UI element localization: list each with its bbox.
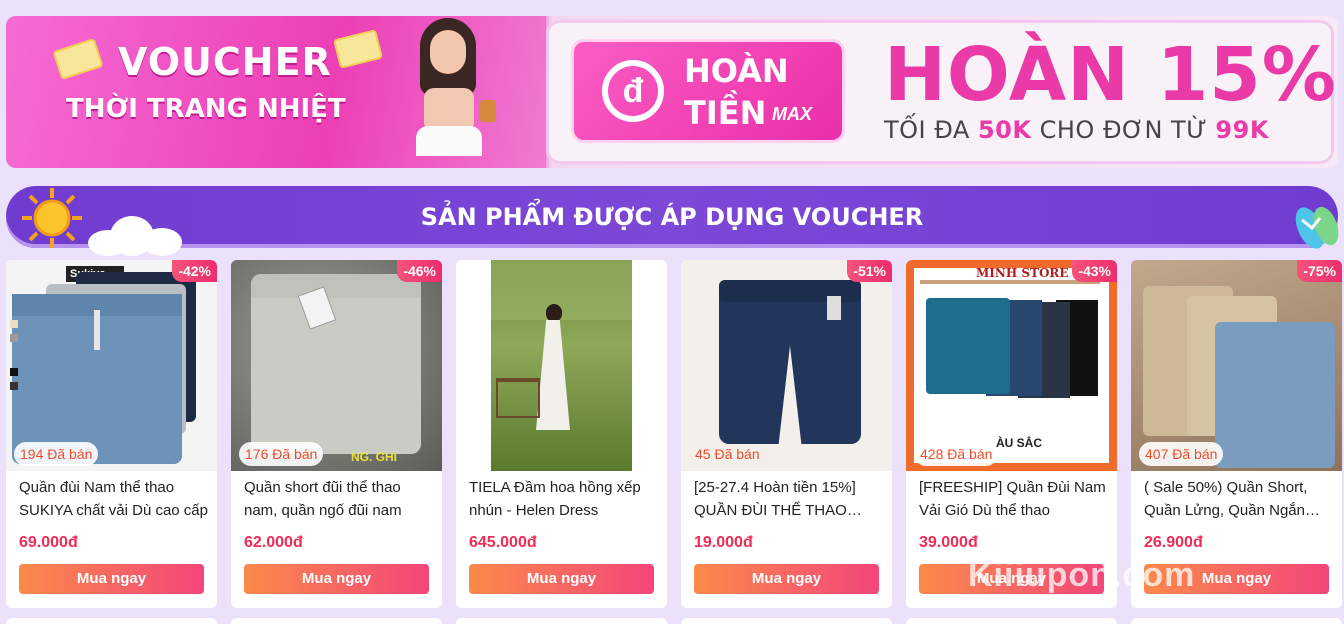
product-price: 645.000đ (469, 534, 537, 551)
cashback-headline: HOÀN 15% (884, 32, 1337, 118)
sold-count: 176 Đã bán (239, 442, 324, 466)
cashback-badge: đ HOÀN TIỀN MAX (574, 42, 842, 140)
buy-now-button[interactable]: Mua ngay (469, 564, 654, 594)
color-caption: ÀU SẮC (996, 436, 1043, 450)
product-price: 26.900đ (1144, 534, 1203, 551)
product-card[interactable]: TIELA Đầm hoa hồng xếp nhún - Helen Dres… (456, 260, 667, 608)
product-image: NG. GHI (231, 260, 442, 471)
discount-badge: -75% (1297, 260, 1342, 282)
color-tag: NG. GHI (351, 450, 398, 464)
cashback-condition: TỐI ĐA 50K CHO ĐƠN TỪ 99K (884, 116, 1269, 144)
sold-count: 407 Đã bán (1139, 442, 1224, 466)
section-title: SẢN PHẨM ĐƯỢC ÁP DỤNG VOUCHER (420, 203, 924, 231)
next-row-card (906, 618, 1117, 624)
sold-count: 428 Đã bán (914, 442, 999, 466)
badge-tien-text: TIỀN (684, 94, 767, 132)
next-row-card (6, 618, 217, 624)
product-price: 39.000đ (919, 534, 978, 551)
store-tag: MINH STORE (976, 266, 1069, 280)
discount-badge: -43% (1072, 260, 1117, 282)
product-card[interactable]: Sukiya -42% 194 Đã bán Quần đùi Nam thể … (6, 260, 217, 608)
product-name[interactable]: [25-27.4 Hoàn tiền 15%] QUẦN ĐÙI THỂ THA… (694, 476, 884, 522)
product-name[interactable]: TIELA Đầm hoa hồng xếp nhún - Helen Dres… (469, 476, 659, 522)
discount-badge: -51% (847, 260, 892, 282)
next-row-card (456, 618, 667, 624)
banner-voucher-title: VOUCHER (118, 40, 332, 84)
sold-count: 194 Đã bán (14, 442, 99, 466)
discount-badge: -42% (172, 260, 217, 282)
product-name[interactable]: Quần short đũi thể thao nam, quần ngố đũ… (244, 476, 434, 522)
product-image: Sukiya (6, 260, 217, 471)
product-name[interactable]: [FREESHIP] Quần Đùi Nam Vải Gió Dù thể t… (919, 476, 1109, 522)
product-card[interactable]: NG. GHI -46% 176 Đã bán Quần short đũi t… (231, 260, 442, 608)
product-name[interactable]: ( Sale 50%) Quần Short, Quần Lửng, Quần … (1144, 476, 1334, 522)
product-card[interactable]: -51% 45 Đã bán [25-27.4 Hoàn tiền 15%] Q… (681, 260, 892, 608)
product-image (681, 260, 892, 471)
product-image (1131, 260, 1342, 471)
product-image: MINH STORE ÀU SẮC (906, 260, 1117, 471)
discount-badge: -46% (397, 260, 442, 282)
next-row-card (681, 618, 892, 624)
product-price: 69.000đ (19, 534, 78, 551)
buy-now-button[interactable]: Mua ngay (244, 564, 429, 594)
product-image (456, 260, 667, 471)
product-name[interactable]: Quần đùi Nam thể thao SUKIYA chất vải Dù… (19, 476, 209, 522)
watermark: Kiiiupon.com (968, 556, 1196, 594)
banner-voucher-subtitle: THỜI TRANG NHIỆT (66, 94, 346, 124)
badge-max-text: MAX (772, 104, 812, 124)
model-image (390, 18, 510, 156)
product-price: 19.000đ (694, 534, 753, 551)
buy-now-button[interactable]: Mua ngay (694, 564, 879, 594)
sold-count: 45 Đã bán (695, 446, 760, 462)
dong-coin-icon: đ (602, 60, 664, 122)
badge-hoan-text: HOÀN (684, 52, 789, 90)
product-price: 62.000đ (244, 534, 303, 551)
buy-now-button[interactable]: Mua ngay (19, 564, 204, 594)
next-row-card (1131, 618, 1342, 624)
next-row-card (231, 618, 442, 624)
